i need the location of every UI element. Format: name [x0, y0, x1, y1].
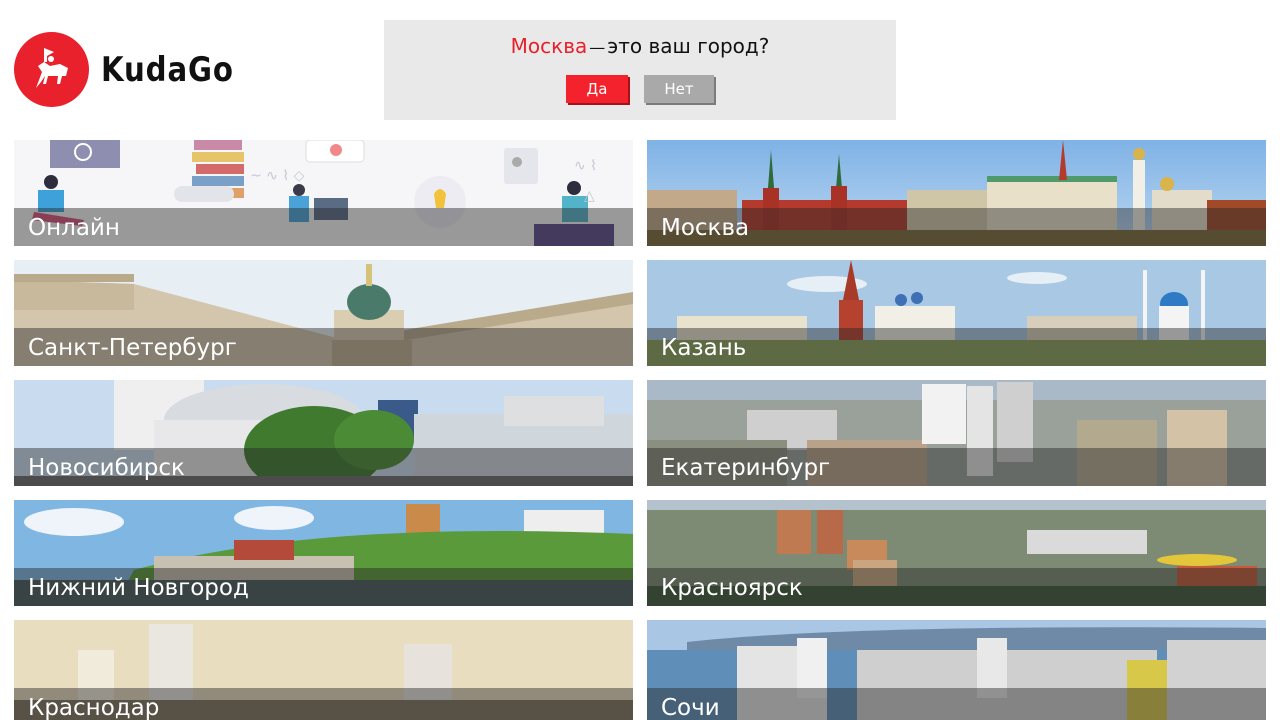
city-tile-sochi[interactable]: Сочи: [647, 620, 1266, 720]
city-label: Сочи: [661, 695, 720, 720]
city-tile-online[interactable]: ~ ∿ ⌇ ◇ ∿ ⌇ △ Онлайн: [14, 140, 633, 246]
question-dash: —: [589, 38, 606, 57]
svg-text:∿ ⌇: ∿ ⌇: [574, 158, 597, 174]
detected-city: Москва: [510, 34, 588, 58]
city-tile-spb[interactable]: Санкт-Петербург: [14, 260, 633, 366]
confirm-no-button[interactable]: Нет: [644, 75, 714, 103]
city-tile-krasnodar[interactable]: Краснодар: [14, 620, 633, 720]
city-label: Москва: [661, 215, 750, 241]
city-confirm-question: Москва — это ваш город?: [384, 34, 896, 58]
city-label: Санкт-Петербург: [28, 335, 237, 361]
kudago-logo[interactable]: KudaGo: [14, 32, 256, 107]
city-label: Краснодар: [28, 695, 160, 720]
city-tile-ekaterinburg[interactable]: Екатеринбург: [647, 380, 1266, 486]
logo-text: KudaGo: [101, 49, 234, 90]
svg-text:△: △: [584, 188, 595, 204]
city-label: Нижний Новгород: [28, 575, 249, 601]
city-tile-novosibirsk[interactable]: Новосибирск: [14, 380, 633, 486]
city-label: Онлайн: [28, 215, 120, 241]
question-text: это ваш город?: [607, 34, 770, 58]
confirm-yes-button[interactable]: Да: [566, 75, 628, 103]
label-strip: [647, 688, 1266, 720]
city-tile-moscow[interactable]: Москва: [647, 140, 1266, 246]
city-tile-nizhny-novgorod[interactable]: Нижний Новгород: [14, 500, 633, 606]
city-tile-krasnoyarsk[interactable]: Красноярск: [647, 500, 1266, 606]
svg-text:~ ∿ ⌇ ◇: ~ ∿ ⌇ ◇: [250, 168, 305, 184]
city-label: Казань: [661, 335, 747, 361]
city-label: Екатеринбург: [661, 455, 831, 481]
city-tile-kazan[interactable]: Казань: [647, 260, 1266, 366]
city-label: Новосибирск: [28, 455, 185, 481]
logo-rider-icon: [14, 32, 89, 107]
page: KudaGo Москва — это ваш город? Да Нет ~ …: [0, 0, 1280, 720]
city-confirm-popup: Москва — это ваш город? Да Нет: [384, 20, 896, 120]
city-label: Красноярск: [661, 575, 803, 601]
